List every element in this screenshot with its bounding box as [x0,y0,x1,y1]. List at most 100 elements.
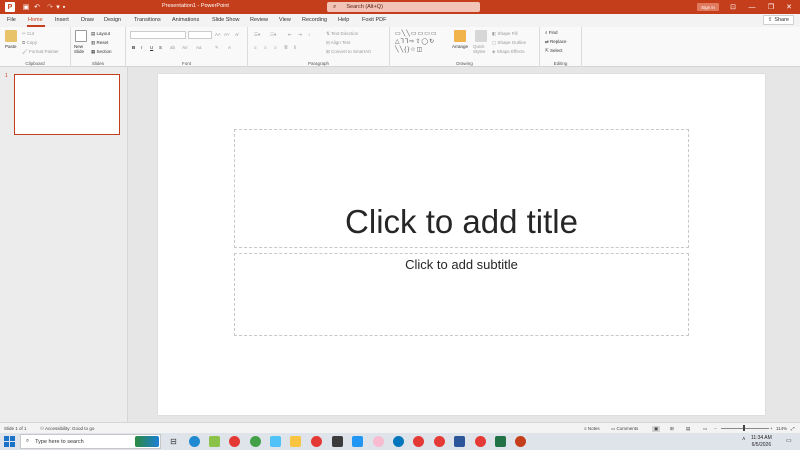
windows-start-icon[interactable] [4,436,15,447]
shape-fill-button[interactable]: ◧ Shape Fill [492,31,518,37]
word-icon[interactable] [454,436,465,447]
text-direction-button[interactable]: ⇅ Text Direction [326,31,358,37]
sign-in-button[interactable]: Sign in [697,3,719,11]
align-left-icon[interactable]: ≡ [254,45,257,50]
increase-font-icon[interactable]: A˄ [215,32,221,37]
fit-to-window-icon[interactable]: ⤢ [791,426,795,431]
zoom-slider[interactable] [721,428,769,429]
tab-transitions[interactable]: Transitions [134,17,161,23]
zoom-out-icon[interactable]: − [714,426,717,431]
tab-recording[interactable]: Recording [302,17,327,23]
decrease-font-icon[interactable]: A˅ [224,32,230,37]
strikethrough-button[interactable]: S [159,45,162,50]
normal-view-icon[interactable]: ▣ [652,426,661,432]
replace-button[interactable]: ⇄ Replace [545,39,567,45]
redo-icon[interactable]: ↷ [46,2,54,12]
columns-icon[interactable]: ⫴ [294,45,296,50]
character-spacing-icon[interactable]: AV [182,45,188,50]
align-text-button[interactable]: ⊟ Align Text [326,40,350,46]
powerpoint-icon[interactable] [515,436,526,447]
task-view-icon[interactable]: ⊟ [168,436,179,447]
arrange-button[interactable]: Arrange [452,44,468,49]
tab-draw[interactable]: Draw [81,17,94,23]
clear-formatting-icon[interactable]: A̸ [235,32,238,37]
reading-view-icon[interactable]: ▤ [686,426,690,432]
slide-thumbnail[interactable] [14,74,120,135]
font-family-dropdown[interactable] [130,31,186,39]
subtitle-placeholder[interactable]: Click to add subtitle [234,253,689,336]
zoom-in-icon[interactable]: + [770,426,773,431]
new-slide-button[interactable]: New Slide [74,44,90,54]
customize-toolbar-icon[interactable]: ▪ [60,2,68,12]
cut-button[interactable]: ✂ Cut [22,31,34,37]
notifications-icon[interactable]: ▭ [786,437,792,444]
select-button[interactable]: ⇱ Select [545,48,563,54]
weather-widget-icon[interactable] [135,436,159,447]
format-painter-button[interactable]: 🖌 Format Painter [22,49,59,55]
increase-indent-icon[interactable]: ⇥ [298,32,302,38]
justify-icon[interactable]: ≣ [284,45,288,51]
excel-icon[interactable] [495,436,506,447]
tab-review[interactable]: Review [250,17,268,23]
text-shadow-icon[interactable]: ab [170,45,175,50]
find-button[interactable]: ⌕ Find [545,30,558,35]
font-size-dropdown[interactable] [188,31,212,39]
shape-outline-button[interactable]: ▢ Shape Outline [492,40,526,46]
slide-show-icon[interactable]: ▭ [703,426,707,432]
arrange-icon[interactable] [454,30,466,42]
section-button[interactable]: ▦ Section [91,49,112,55]
font-color-icon[interactable]: A [228,45,231,50]
paste-icon[interactable] [5,30,17,42]
paste-button[interactable]: Paste [5,44,17,49]
line-spacing-icon[interactable]: ↕ [308,32,310,37]
chrome-icon[interactable] [229,436,240,447]
notes-button[interactable]: ≡ Notes [584,426,600,431]
search-input[interactable]: ⌕ Search (Alt+Q) [327,2,480,12]
tab-home[interactable]: Home [28,17,43,23]
chrome-icon[interactable] [413,436,424,447]
align-right-icon[interactable]: ≡ [274,45,277,50]
comments-button[interactable]: ▭ Comments [611,426,638,432]
slide-canvas[interactable]: Click to add title Click to add subtitle [158,74,765,415]
quick-styles-icon[interactable] [475,30,487,42]
app-icon[interactable] [352,436,363,447]
app-icon[interactable] [332,436,343,447]
edge-icon[interactable] [189,436,200,447]
shape-effects-button[interactable]: ◈ Shape Effects [492,49,525,55]
ribbon-display-options-icon[interactable]: ⊡ [729,2,737,12]
numbering-icon[interactable]: ☷▾ [270,32,276,38]
italic-button[interactable]: I [141,45,142,50]
quick-styles-button[interactable]: Quick Styles [473,44,487,54]
chrome-icon[interactable] [311,436,322,447]
tab-view[interactable]: View [279,17,291,23]
save-icon[interactable]: ▣ [22,2,30,12]
shapes-gallery[interactable]: ▭╲╲▭▭▭▭ △⅂⅂⇨⇧◯↻ ╲╲{}☆◫ [395,30,445,56]
tab-slide-show[interactable]: Slide Show [212,17,240,23]
share-button[interactable]: ⇪ Share [762,15,794,25]
underline-button[interactable]: U [150,45,153,50]
layout-button[interactable]: ▤ Layout [91,31,110,37]
app-icon[interactable] [270,436,281,447]
tab-foxit-pdf[interactable]: Foxit PDF [362,17,386,23]
maximize-icon[interactable]: ❐ [767,2,775,12]
tab-insert[interactable]: Insert [55,17,69,23]
zoom-slider-thumb[interactable] [743,425,745,431]
bold-button[interactable]: B [132,45,135,50]
app-icon[interactable] [373,436,384,447]
clock[interactable]: 11:34 AM 6/5/2026 [751,435,772,448]
app-icon[interactable] [393,436,404,447]
reset-button[interactable]: ▥ Reset [91,40,108,46]
close-icon[interactable]: ✕ [785,2,793,12]
accessibility-status[interactable]: ⚇ Accessibility: Good to go [40,426,94,432]
highlight-icon[interactable]: ✎ [215,45,219,51]
new-slide-icon[interactable] [75,30,87,42]
chrome-icon[interactable] [434,436,445,447]
zoom-level[interactable]: 114% [776,426,787,431]
slide-sorter-icon[interactable]: ⊞ [670,426,674,432]
app-icon[interactable] [209,436,220,447]
tab-file[interactable]: File [7,17,16,23]
copy-button[interactable]: ⧉ Copy [22,40,37,45]
bullets-icon[interactable]: ☰▾ [254,32,260,38]
minimize-icon[interactable]: — [748,2,756,12]
tray-overflow-icon[interactable]: ˄ [742,437,746,443]
